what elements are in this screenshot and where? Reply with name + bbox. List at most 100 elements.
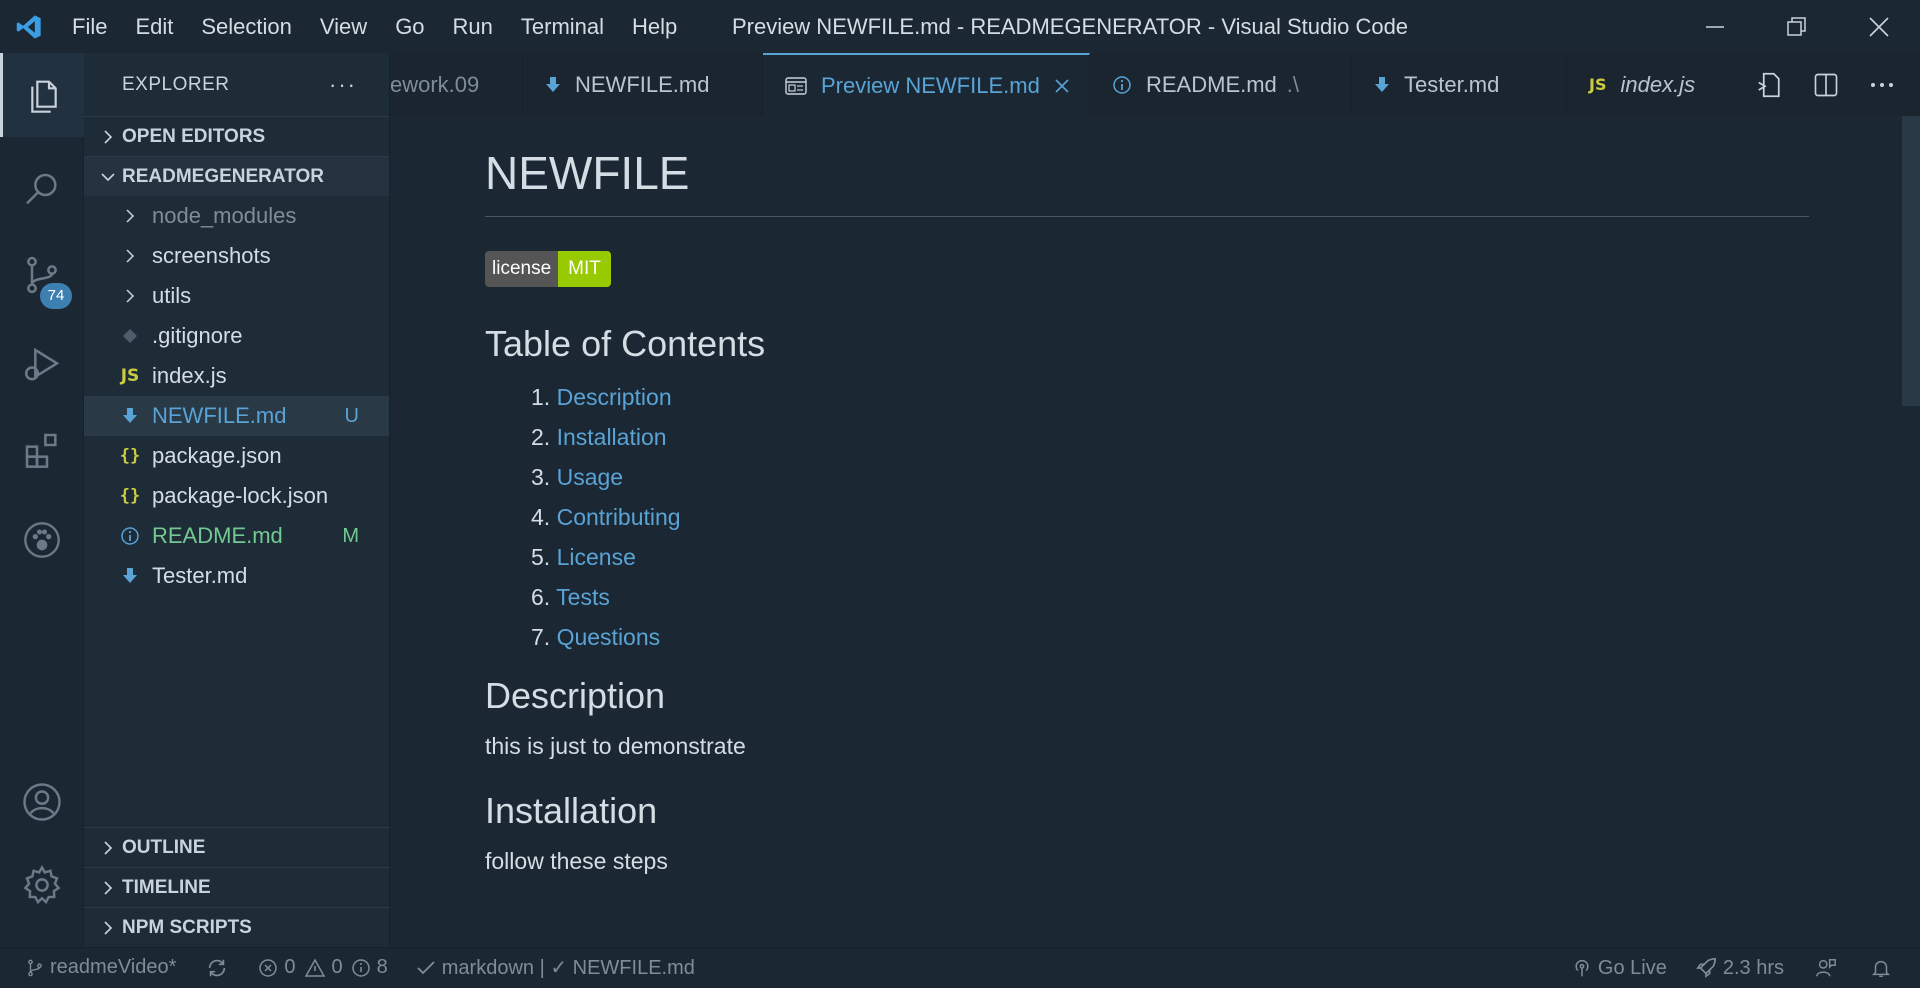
title-bar: File Edit Selection View Go Run Terminal…	[0, 0, 1920, 53]
go-live-label: Go Live	[1597, 956, 1667, 979]
javascript-icon: JS	[1589, 75, 1607, 94]
editor-tab-bar: ework.09 NEWFILE.md Preview NEWFILE.md R…	[390, 53, 1920, 116]
menu-file[interactable]: File	[58, 0, 121, 53]
tree-file-tester-md[interactable]: Tester.md	[84, 556, 389, 596]
more-actions-icon[interactable]	[1854, 53, 1910, 116]
tab-tester-md[interactable]: Tester.md	[1352, 53, 1567, 116]
tab-newfile-md[interactable]: NEWFILE.md	[523, 53, 763, 116]
menu-run[interactable]: Run	[439, 0, 507, 53]
tree-file-newfile-md[interactable]: NEWFILE.md U	[84, 396, 389, 436]
menu-help[interactable]: Help	[618, 0, 691, 53]
project-folder-section[interactable]: READMEGENERATOR	[84, 156, 389, 196]
outline-section[interactable]: OUTLINE	[84, 827, 390, 867]
search-icon[interactable]	[0, 148, 84, 232]
toc-link-description[interactable]: Description	[557, 384, 672, 410]
notifications-bell-icon[interactable]	[1870, 957, 1898, 979]
close-tab-icon[interactable]	[1054, 78, 1070, 94]
toc-link-questions[interactable]: Questions	[557, 624, 661, 650]
open-source-icon[interactable]	[1742, 53, 1798, 116]
tab-index-js[interactable]: JS index.js	[1567, 53, 1747, 116]
explorer-header: EXPLORER ···	[84, 53, 389, 116]
menu-selection[interactable]: Selection	[187, 0, 306, 53]
branch-name: readmeVideo*	[50, 956, 177, 978]
list-item: 5. License	[531, 544, 636, 570]
tab-preview-newfile-md[interactable]: Preview NEWFILE.md	[763, 53, 1090, 116]
tree-file-readme-md[interactable]: README.md M	[84, 516, 389, 556]
markdown-icon	[114, 407, 146, 425]
minimize-button[interactable]	[1674, 0, 1756, 53]
list-item: 3. Usage	[531, 464, 624, 490]
timeline-label: TIMELINE	[122, 876, 211, 898]
source-control-icon[interactable]	[0, 233, 84, 317]
toc-link-usage[interactable]: Usage	[557, 464, 623, 490]
explorer-icon[interactable]	[0, 53, 84, 137]
more-actions-icon[interactable]: ···	[329, 72, 357, 98]
split-editor-icon[interactable]	[1798, 53, 1854, 116]
toc-link-contributing[interactable]: Contributing	[557, 504, 681, 530]
settings-gear-icon[interactable]	[0, 843, 84, 927]
tree-file-gitignore[interactable]: .gitignore	[84, 316, 389, 356]
menu-terminal[interactable]: Terminal	[507, 0, 618, 53]
info-icon	[351, 958, 370, 977]
list-item: 6. Tests	[531, 584, 610, 610]
scm-count-badge: 74	[40, 283, 72, 309]
chevron-right-icon	[94, 129, 122, 145]
list-item: 2. Installation	[531, 424, 667, 450]
coding-time-status[interactable]: 2.3 hrs	[1695, 957, 1784, 980]
license-badge[interactable]: license MIT	[485, 251, 611, 287]
page-title: NEWFILE	[485, 146, 1809, 217]
info-icon	[114, 526, 146, 546]
list-item: 1. Description	[531, 384, 672, 410]
toc-link-license[interactable]: License	[557, 544, 636, 570]
feedback-icon[interactable]	[1814, 957, 1844, 979]
vertical-scrollbar[interactable]	[1902, 116, 1920, 406]
installation-text: follow these steps	[485, 848, 668, 874]
problems-status[interactable]: 0 0 8	[258, 956, 388, 979]
tree-file-package-lock-json[interactable]: {} package-lock.json	[84, 476, 389, 516]
open-editors-section[interactable]: OPEN EDITORS	[84, 116, 389, 156]
sidebar-bottom-sections: OUTLINE TIMELINE NPM SCRIPTS	[84, 827, 390, 947]
tab-label: Tester.md	[1404, 71, 1500, 97]
installation-heading: Installation	[485, 790, 658, 831]
toc-list: 1. Description 2. Installation 3. Usage …	[485, 377, 1809, 657]
javascript-icon: JS	[120, 366, 140, 386]
account-icon[interactable]	[0, 760, 84, 844]
branch-status[interactable]: readmeVideo*	[26, 956, 176, 979]
markdown-icon	[545, 76, 561, 94]
toc-link-installation[interactable]: Installation	[557, 424, 667, 450]
paw-extension-icon[interactable]	[0, 498, 84, 582]
restore-button[interactable]	[1756, 0, 1838, 53]
close-window-button[interactable]	[1838, 0, 1920, 53]
list-item: 7. Questions	[531, 624, 661, 650]
tree-folder-utils[interactable]: utils	[84, 276, 389, 316]
markdown-icon	[1374, 76, 1390, 94]
npm-scripts-section[interactable]: NPM SCRIPTS	[84, 907, 390, 947]
menu-edit[interactable]: Edit	[121, 0, 187, 53]
tab-homework[interactable]: ework.09	[390, 53, 523, 116]
project-folder-label: READMEGENERATOR	[122, 165, 324, 187]
explorer-sidebar: EXPLORER ··· OPEN EDITORS READMEGENERATO…	[84, 53, 390, 947]
toc-heading: Table of Contents	[485, 323, 766, 364]
tree-file-package-json[interactable]: {} package.json	[84, 436, 389, 476]
run-debug-icon[interactable]	[0, 323, 84, 407]
chevron-right-icon	[94, 920, 122, 936]
menu-go[interactable]: Go	[381, 0, 438, 53]
tree-file-index-js[interactable]: JS index.js	[84, 356, 389, 396]
markdown-lint-status[interactable]: markdown | ✓ NEWFILE.md	[416, 955, 695, 980]
menu-view[interactable]: View	[306, 0, 381, 53]
preview-content: NEWFILE license MIT Table of Contents 1.…	[485, 116, 1809, 875]
tree-folder-screenshots[interactable]: screenshots	[84, 236, 389, 276]
tab-readme-md[interactable]: README.md .\	[1090, 53, 1352, 116]
go-live-button[interactable]: Go Live	[1572, 957, 1667, 980]
check-icon	[417, 960, 435, 974]
toc-link-tests[interactable]: Tests	[556, 584, 610, 610]
tree-folder-node-modules[interactable]: node_modules	[84, 196, 389, 236]
timeline-section[interactable]: TIMELINE	[84, 867, 390, 907]
extensions-icon[interactable]	[0, 408, 84, 492]
explorer-title: EXPLORER	[122, 73, 230, 95]
chevron-right-icon	[114, 287, 146, 305]
error-count: 0	[284, 956, 296, 978]
description-heading: Description	[485, 675, 666, 716]
tab-label: ework.09	[390, 71, 480, 97]
sync-icon[interactable]	[206, 957, 234, 979]
